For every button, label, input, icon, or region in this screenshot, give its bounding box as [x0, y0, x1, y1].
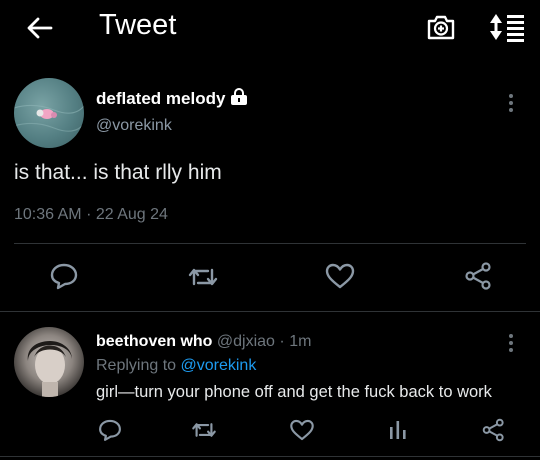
arrow-left-icon: [24, 17, 56, 48]
share-button[interactable]: [462, 261, 496, 291]
divider: [0, 456, 540, 457]
camera-button[interactable]: [425, 11, 457, 43]
reply-icon: [47, 261, 81, 291]
share-button[interactable]: [480, 417, 514, 447]
display-name[interactable]: deflated melody: [96, 88, 248, 111]
time-ago: 1m: [289, 333, 312, 350]
reply-button[interactable]: [47, 261, 81, 291]
analytics-button[interactable]: [384, 417, 418, 447]
share-icon: [480, 417, 514, 443]
handle[interactable]: @vorekink: [96, 117, 172, 135]
analytics-icon: [384, 417, 418, 443]
reply-button[interactable]: [96, 417, 130, 447]
retweet-button[interactable]: [190, 417, 224, 447]
divider: [14, 243, 526, 244]
date: 22 Aug 24: [95, 206, 168, 223]
retweet-icon: [186, 262, 220, 292]
divider: [0, 311, 540, 312]
back-button[interactable]: [24, 12, 56, 44]
avatar-image: [27, 341, 72, 397]
more-vertical-icon: [504, 334, 518, 358]
avatar[interactable]: [14, 327, 84, 397]
time: 10:36 AM: [14, 206, 82, 223]
replying-to-link[interactable]: @vorekink: [181, 357, 257, 374]
camera-plus-icon: [425, 15, 457, 47]
avatar-image: [14, 104, 84, 132]
page-title: Tweet: [99, 9, 177, 41]
sort-icon: [488, 14, 528, 47]
avatar[interactable]: [14, 78, 84, 148]
more-vertical-icon: [504, 94, 518, 118]
display-name-text: deflated melody: [96, 89, 226, 108]
like-button[interactable]: [323, 261, 357, 291]
top-bar: Tweet: [0, 0, 540, 56]
like-icon: [323, 261, 357, 291]
reply-icon: [96, 417, 130, 443]
reply-header: beethoven who @djxiao · 1m: [96, 333, 311, 351]
sort-button[interactable]: [488, 11, 528, 43]
separator: ·: [279, 333, 285, 350]
replying-to: Replying to @vorekink: [96, 357, 256, 375]
more-options-button[interactable]: [504, 332, 518, 354]
replying-prefix: Replying to: [96, 357, 177, 374]
retweet-button[interactable]: [186, 262, 220, 292]
more-options-button[interactable]: [504, 92, 518, 114]
tweet-timestamp: 10:36 AM · 22 Aug 24: [14, 206, 168, 224]
like-button[interactable]: [288, 417, 322, 447]
lock-icon: [230, 88, 248, 111]
handle[interactable]: @djxiao: [217, 333, 275, 350]
retweet-icon: [190, 417, 224, 443]
tweet-text: is that... is that rlly him: [14, 161, 222, 184]
tweet-text: girl—turn your phone off and get the fuc…: [96, 383, 492, 401]
display-name[interactable]: beethoven who: [96, 333, 212, 350]
like-icon: [288, 417, 322, 443]
separator: ·: [86, 206, 92, 223]
share-icon: [462, 261, 496, 291]
